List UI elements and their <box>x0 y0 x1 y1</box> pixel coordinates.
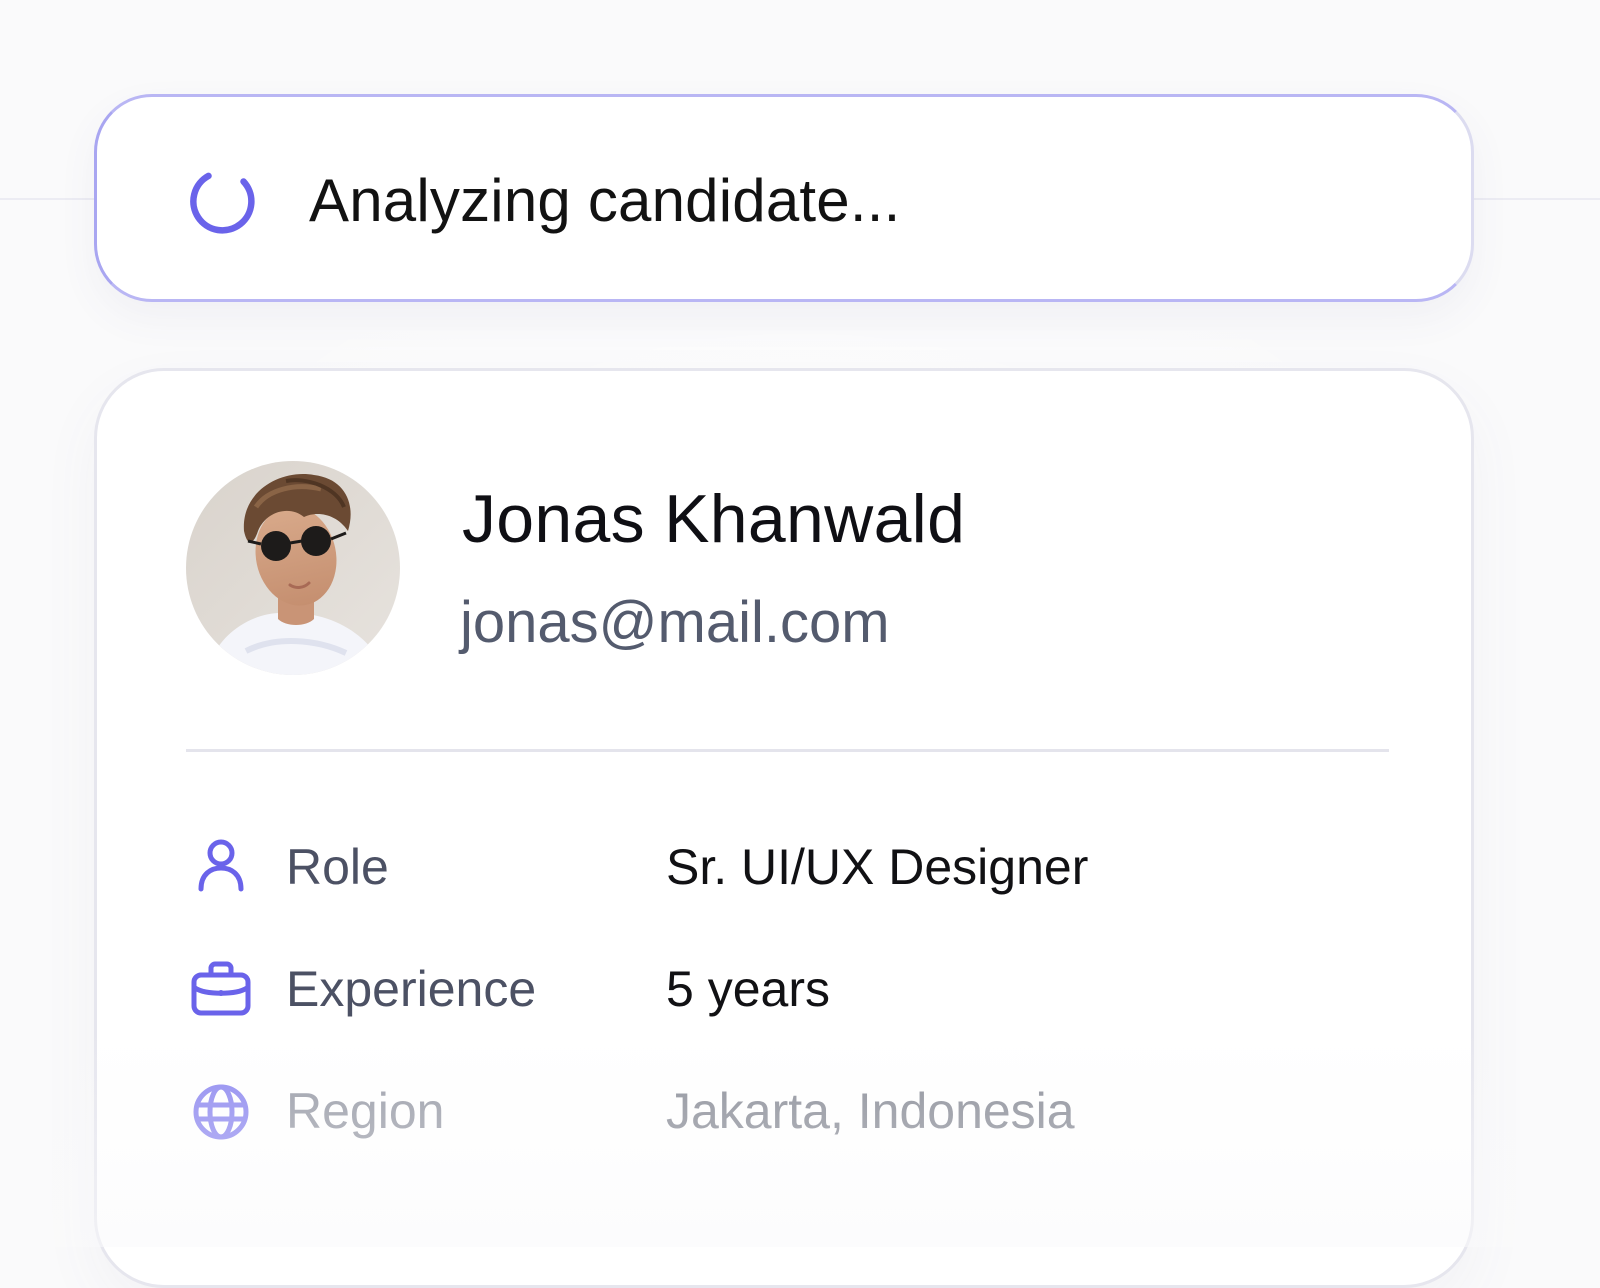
avatar <box>186 461 400 675</box>
detail-row-region: Region Jakarta, Indonesia <box>186 1077 1386 1147</box>
briefcase-icon <box>191 961 251 1016</box>
detail-value: Sr. UI/UX Designer <box>666 839 1089 895</box>
spinner-icon <box>190 172 255 234</box>
candidate-card: Jonas Khanwald jonas@mail.com Role Sr. U… <box>94 368 1474 1288</box>
section-divider <box>186 749 1389 752</box>
detail-value: 5 years <box>666 961 830 1017</box>
candidate-name: Jonas Khanwald <box>462 481 966 557</box>
user-icon <box>198 839 244 892</box>
globe-icon <box>193 1084 249 1140</box>
analysis-status-pill: Analyzing candidate... <box>94 94 1474 302</box>
detail-row-role: Role Sr. UI/UX Designer <box>186 833 1386 903</box>
detail-label: Experience <box>286 961 537 1017</box>
status-text: Analyzing candidate... <box>309 167 901 234</box>
detail-label: Role <box>286 839 389 895</box>
detail-value: Jakarta, Indonesia <box>666 1083 1075 1139</box>
candidate-email[interactable]: jonas@mail.com <box>460 588 890 658</box>
detail-label: Region <box>286 1083 445 1139</box>
detail-row-experience: Experience 5 years <box>186 955 1386 1025</box>
avatar-photo <box>186 461 400 675</box>
